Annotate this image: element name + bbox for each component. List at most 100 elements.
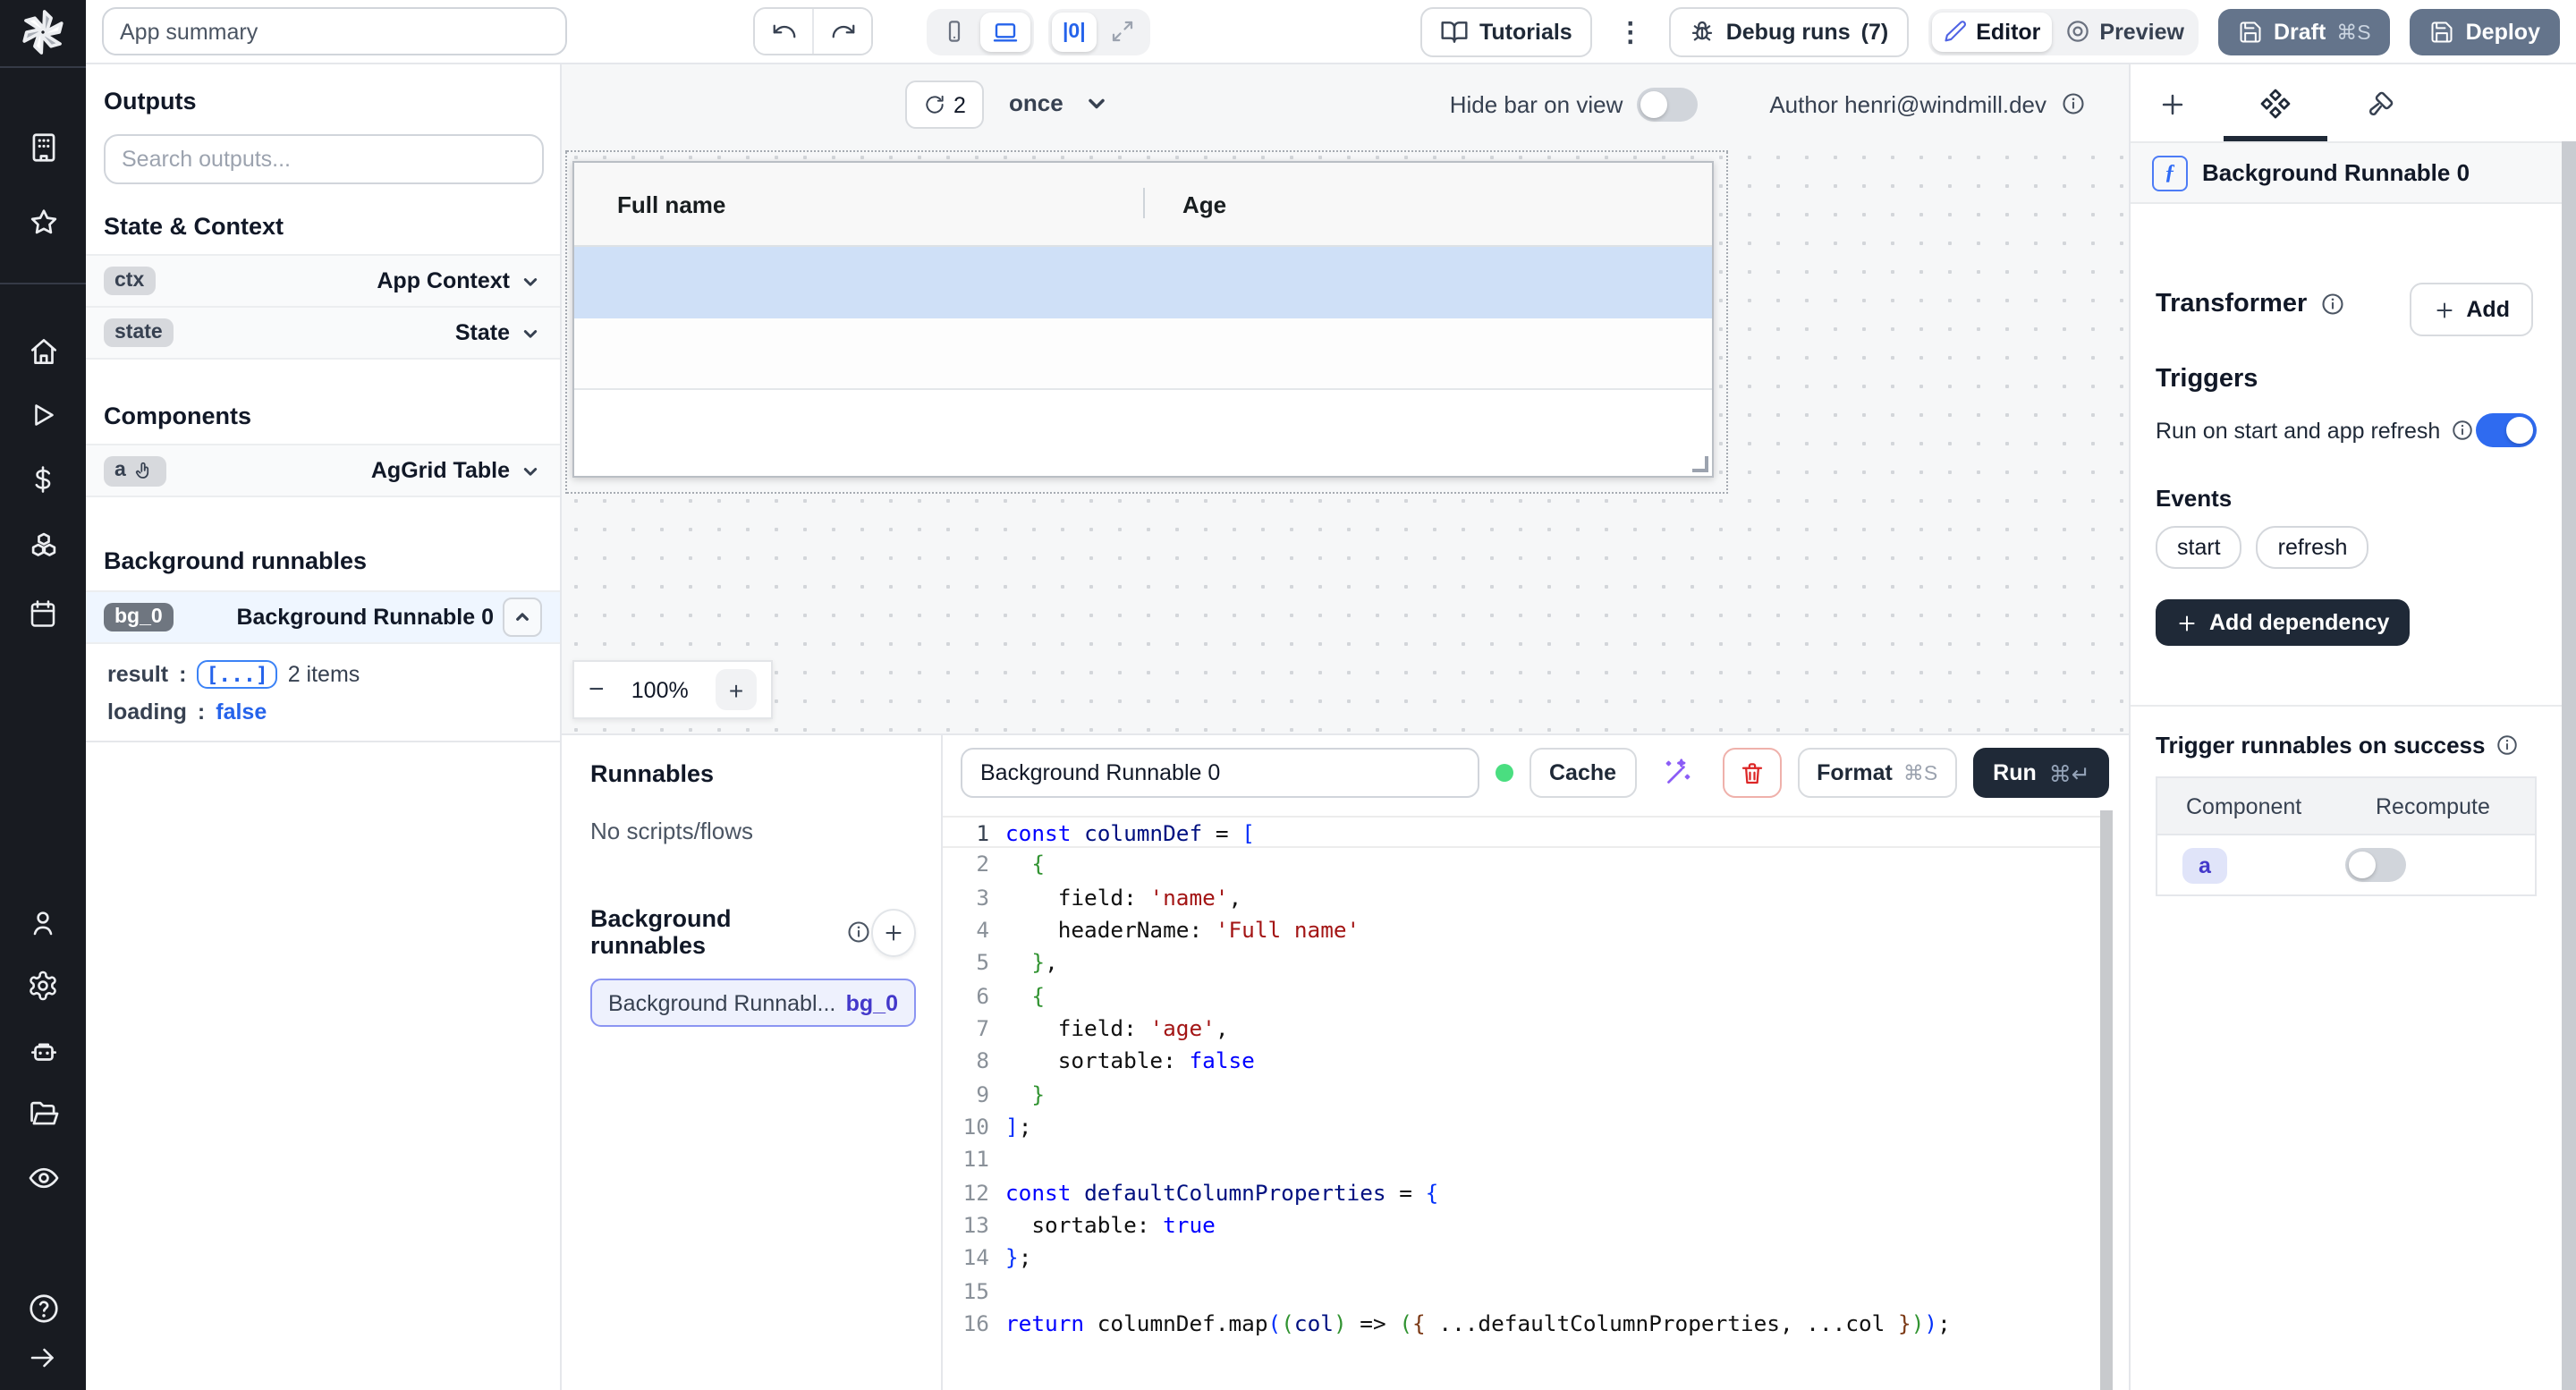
search-outputs-input[interactable] bbox=[104, 134, 544, 184]
code-line[interactable]: 11 bbox=[943, 1144, 2111, 1177]
fullscreen-icon[interactable] bbox=[1098, 12, 1147, 51]
resources-cubes-icon[interactable] bbox=[0, 522, 86, 569]
event-pill-refresh[interactable]: refresh bbox=[2257, 526, 2369, 569]
runnable-name-input[interactable] bbox=[961, 748, 1479, 798]
code-line[interactable]: 9 } bbox=[943, 1079, 2111, 1112]
zoom-in-button[interactable]: + bbox=[716, 669, 757, 710]
code-line[interactable]: 3 field: 'name', bbox=[943, 881, 2111, 914]
app-canvas[interactable]: 2 once Hide bar on view Author henri@win… bbox=[562, 64, 2129, 733]
centered-layout-button[interactable]: |0| bbox=[1052, 12, 1097, 51]
folders-icon[interactable] bbox=[0, 1089, 86, 1136]
table-row-selected[interactable] bbox=[574, 247, 1712, 318]
undo-button[interactable] bbox=[755, 9, 812, 54]
code-line[interactable]: 1const columnDef = [ bbox=[943, 816, 2111, 849]
event-pill-start[interactable]: start bbox=[2156, 526, 2242, 569]
chevron-down-icon[interactable] bbox=[519, 459, 542, 482]
ctx-row[interactable]: ctx App Context bbox=[86, 254, 560, 308]
editor-scrollbar[interactable] bbox=[2100, 810, 2113, 1390]
frequency-dropdown[interactable]: once bbox=[1009, 81, 1110, 125]
delete-button[interactable] bbox=[1722, 748, 1781, 798]
app-summary-input[interactable] bbox=[102, 7, 567, 55]
eye-icon[interactable] bbox=[0, 1154, 86, 1200]
chevron-down-icon[interactable] bbox=[519, 269, 542, 292]
code-line[interactable]: 16return columnDef.map((col) => ({ ...de… bbox=[943, 1308, 2111, 1341]
info-icon[interactable] bbox=[2451, 419, 2474, 442]
settings-component-tab[interactable] bbox=[2249, 81, 2302, 127]
home-icon[interactable] bbox=[0, 327, 86, 374]
zoom-out-button[interactable]: − bbox=[589, 674, 605, 705]
code-area[interactable]: 1const columnDef = [2 {3 field: 'name',4… bbox=[943, 810, 2111, 1390]
debug-runs-label: Debug runs bbox=[1726, 19, 1851, 44]
draft-button[interactable]: Draft ⌘S bbox=[2218, 8, 2391, 55]
result-expand-chip[interactable]: [...] bbox=[197, 660, 276, 689]
deploy-button[interactable]: Deploy bbox=[2411, 8, 2560, 55]
code-line[interactable]: 14}; bbox=[943, 1242, 2111, 1276]
help-icon[interactable] bbox=[0, 1284, 86, 1331]
redo-button[interactable] bbox=[812, 9, 871, 54]
chevron-down-icon[interactable] bbox=[519, 321, 542, 344]
code-line[interactable]: 6 { bbox=[943, 979, 2111, 1013]
info-icon[interactable] bbox=[2319, 292, 2344, 317]
kebab-menu-icon[interactable]: ⋮ bbox=[1612, 15, 1649, 47]
mobile-view-button[interactable] bbox=[930, 12, 979, 51]
code-line[interactable]: 7 field: 'age', bbox=[943, 1013, 2111, 1046]
desktop-view-button[interactable] bbox=[980, 12, 1030, 51]
state-row[interactable]: state State bbox=[86, 308, 560, 360]
code-line[interactable]: 15 bbox=[943, 1276, 2111, 1309]
info-icon[interactable] bbox=[846, 920, 871, 945]
styling-brush-tab[interactable] bbox=[2352, 81, 2406, 127]
background-runnable-item-selected[interactable]: Background Runnabl... bg_0 bbox=[590, 979, 916, 1027]
tutorials-button[interactable]: Tutorials bbox=[1420, 6, 1592, 56]
workers-robot-icon[interactable] bbox=[0, 1027, 86, 1073]
resize-handle[interactable] bbox=[1692, 456, 1708, 472]
component-a-badge[interactable]: a bbox=[2182, 847, 2227, 883]
add-background-runnable-button[interactable] bbox=[871, 908, 917, 956]
settings-gear-icon[interactable] bbox=[0, 962, 86, 1009]
code-line[interactable]: 12const defaultColumnProperties = { bbox=[943, 1177, 2111, 1210]
preview-tab[interactable]: Preview bbox=[2053, 12, 2195, 51]
column-header-full-name[interactable]: Full name bbox=[574, 191, 725, 217]
component-a-row[interactable]: a AgGrid Table bbox=[86, 444, 560, 497]
device-toggle-group bbox=[927, 8, 1034, 55]
bg0-row[interactable]: bg_0 Background Runnable 0 bbox=[86, 590, 560, 644]
collapse-chevron-up-button[interactable] bbox=[503, 598, 542, 637]
table-row[interactable] bbox=[574, 318, 1712, 390]
add-transformer-button[interactable]: Add bbox=[2409, 283, 2533, 336]
recompute-toggle[interactable] bbox=[2345, 848, 2406, 882]
format-button[interactable]: Format ⌘S bbox=[1797, 748, 1957, 798]
schedules-calendar-icon[interactable] bbox=[0, 590, 86, 637]
hide-bar-toggle[interactable] bbox=[1637, 87, 1698, 121]
result-row[interactable]: result : [...] 2 items bbox=[86, 660, 560, 689]
right-panel-scrollbar[interactable] bbox=[2562, 141, 2576, 1390]
debug-runs-button[interactable]: Debug runs (7) bbox=[1669, 6, 1908, 56]
code-line[interactable]: 4 headerName: 'Full name' bbox=[943, 914, 2111, 947]
workspace-icon[interactable] bbox=[0, 123, 86, 170]
line-number: 13 bbox=[943, 1209, 1005, 1242]
line-number: 15 bbox=[943, 1276, 1005, 1309]
runs-play-icon[interactable] bbox=[0, 392, 86, 438]
info-icon[interactable] bbox=[2496, 733, 2519, 757]
favorites-star-icon[interactable] bbox=[0, 199, 86, 245]
ai-wand-icon[interactable] bbox=[1661, 757, 1693, 789]
code-line[interactable]: 13 sortable: true bbox=[943, 1209, 2111, 1242]
code-line[interactable]: 10]; bbox=[943, 1111, 2111, 1144]
code-line[interactable]: 2 { bbox=[943, 849, 2111, 882]
loading-row[interactable]: loading : false bbox=[86, 699, 560, 725]
run-on-start-toggle[interactable] bbox=[2476, 413, 2537, 447]
user-icon[interactable] bbox=[0, 900, 86, 946]
variables-dollar-icon[interactable] bbox=[0, 456, 86, 503]
run-button[interactable]: Run ⌘↵ bbox=[1973, 748, 2110, 798]
refresh-count-button[interactable]: 2 bbox=[905, 81, 984, 129]
code-line[interactable]: 5 }, bbox=[943, 947, 2111, 980]
column-header-age[interactable]: Age bbox=[1143, 191, 1226, 217]
windmill-logo-icon[interactable] bbox=[0, 9, 86, 55]
info-icon[interactable] bbox=[2061, 91, 2086, 116]
code-line[interactable]: 8 sortable: false bbox=[943, 1046, 2111, 1079]
aggrid-table-component[interactable]: Full name Age bbox=[572, 161, 1714, 478]
cache-button[interactable]: Cache bbox=[1530, 748, 1636, 798]
editor-tab[interactable]: Editor bbox=[1931, 12, 2051, 51]
add-dependency-button[interactable]: Add dependency bbox=[2156, 599, 2409, 646]
insert-component-tab[interactable] bbox=[2145, 81, 2199, 127]
canvas-toolbar: 2 once Hide bar on view Author henri@win… bbox=[562, 64, 2129, 143]
collapse-arrow-icon[interactable] bbox=[0, 1335, 86, 1381]
